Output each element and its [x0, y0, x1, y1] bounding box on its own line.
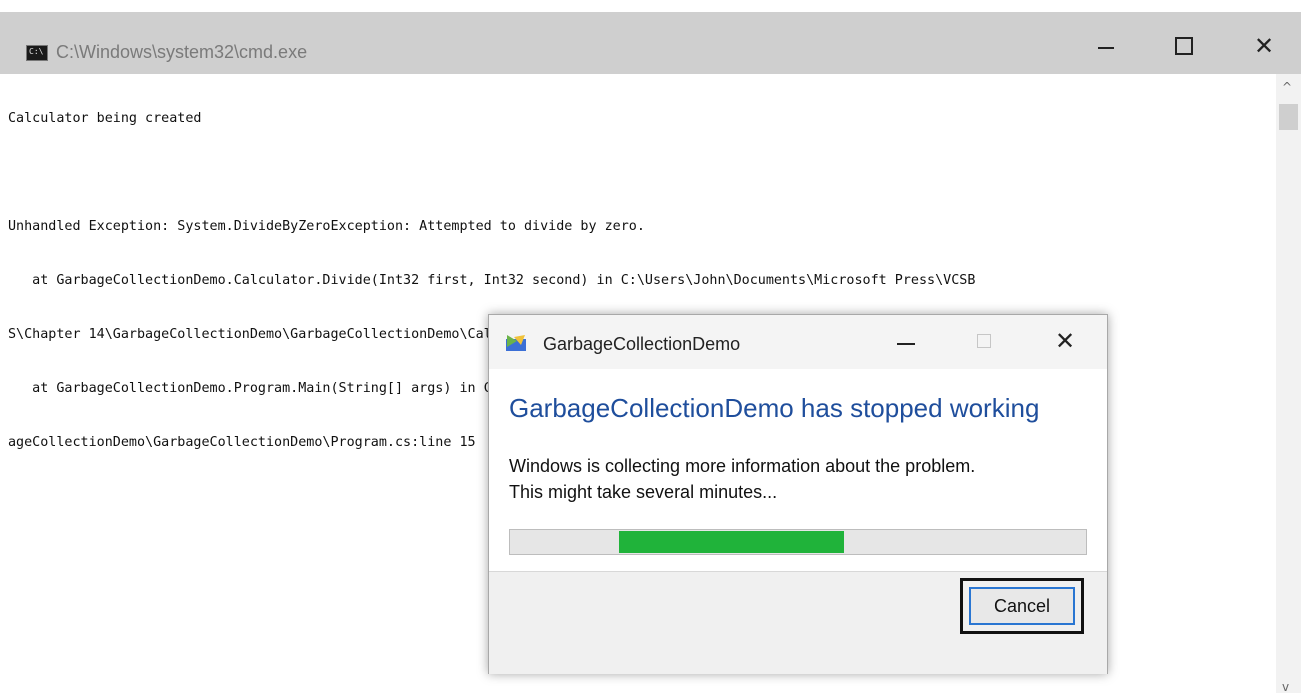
dialog-heading: GarbageCollectionDemo has stopped workin… — [509, 393, 1040, 423]
console-line: Unhandled Exception: System.DivideByZero… — [8, 219, 645, 234]
title-bar[interactable]: C:\ C:\Windows\system32\cmd.exe ✕ — [0, 12, 1301, 74]
dialog-title-bar[interactable]: GarbageCollectionDemo ✕ — [489, 315, 1107, 369]
close-button[interactable]: ✕ — [1234, 24, 1294, 68]
close-icon: ✕ — [1253, 32, 1275, 60]
dialog-message: Windows is collecting more information a… — [509, 453, 975, 505]
progress-bar — [509, 529, 1087, 555]
console-line: at GarbageCollectionDemo.Calculator.Divi… — [8, 273, 976, 288]
window-title: C:\Windows\system32\cmd.exe — [56, 42, 308, 62]
dialog-message-line: This might take several minutes... — [509, 482, 778, 502]
error-dialog: GarbageCollectionDemo ✕ GarbageCollectio… — [488, 314, 1108, 674]
scrollbar-thumb[interactable] — [1279, 104, 1298, 130]
dialog-title: GarbageCollectionDemo — [543, 334, 741, 354]
maximize-button[interactable] — [1154, 24, 1214, 68]
console-icon: C:\ — [26, 45, 48, 61]
progress-bar-fill — [619, 531, 845, 553]
maximize-icon — [1175, 37, 1193, 55]
dialog-maximize-icon — [977, 334, 991, 348]
console-icon-text: C:\ — [29, 47, 44, 56]
minimize-button[interactable] — [1076, 24, 1136, 68]
scroll-up-icon[interactable]: ^ — [1282, 80, 1292, 94]
cancel-button[interactable]: Cancel — [969, 587, 1075, 625]
console-line: Calculator being created — [8, 111, 202, 126]
dialog-close-icon[interactable]: ✕ — [1055, 327, 1075, 355]
dialog-message-line: Windows is collecting more information a… — [509, 456, 976, 476]
dialog-minimize-icon[interactable] — [897, 343, 915, 345]
vertical-scrollbar[interactable] — [1276, 74, 1301, 693]
application-icon — [506, 335, 526, 351]
minimize-icon — [1098, 47, 1114, 49]
scroll-down-icon[interactable]: v — [1282, 680, 1289, 694]
